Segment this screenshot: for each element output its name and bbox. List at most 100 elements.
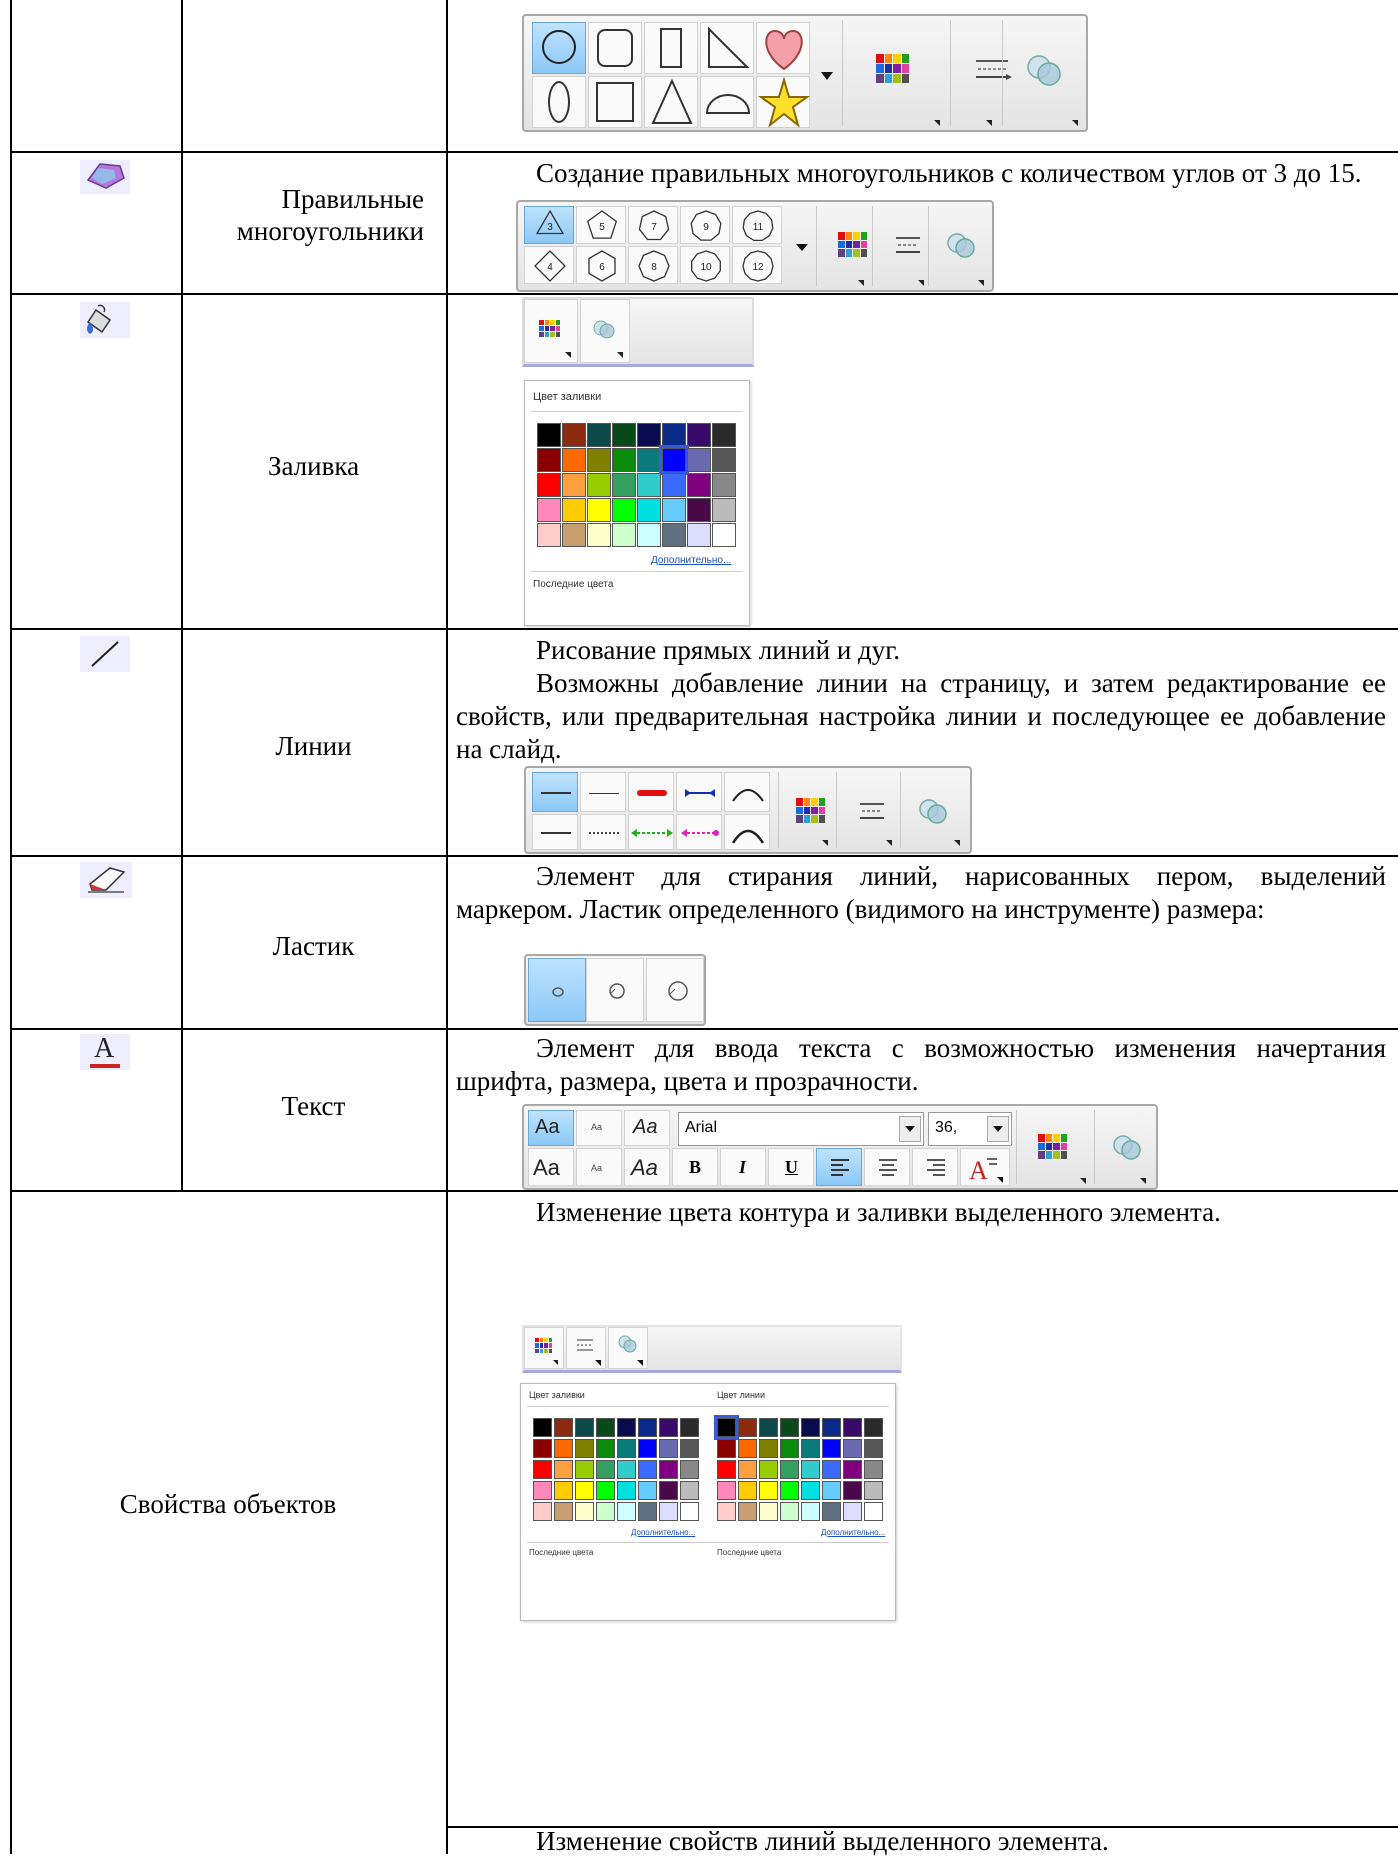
color-swatch[interactable]	[562, 498, 586, 522]
color-swatch[interactable]	[587, 498, 611, 522]
color-swatch[interactable]	[587, 448, 611, 472]
align-left-button[interactable]	[816, 1148, 862, 1186]
color-swatch[interactable]	[712, 498, 736, 522]
star-shape-button[interactable]	[756, 76, 811, 128]
polygon-11-button[interactable]: 11	[732, 206, 782, 244]
eraser-small-button[interactable]	[528, 958, 586, 1022]
color-swatch[interactable]	[843, 1418, 862, 1437]
chevron-down-icon[interactable]	[899, 1116, 921, 1142]
color-swatch[interactable]	[662, 498, 686, 522]
color-swatch[interactable]	[801, 1439, 820, 1458]
color-swatch[interactable]	[637, 448, 661, 472]
color-swatch[interactable]	[714, 1415, 739, 1440]
polygon-3-button[interactable]: 3	[524, 206, 574, 244]
color-swatch[interactable]	[617, 1418, 636, 1437]
color-swatch[interactable]	[687, 473, 711, 497]
color-swatch[interactable]	[637, 473, 661, 497]
color-swatch[interactable]	[562, 523, 586, 547]
color-swatch[interactable]	[843, 1439, 862, 1458]
color-swatch[interactable]	[717, 1439, 736, 1458]
color-swatch[interactable]	[712, 448, 736, 472]
square-shape-button[interactable]	[588, 76, 642, 128]
color-swatch[interactable]	[843, 1481, 862, 1500]
color-swatch[interactable]	[687, 448, 711, 472]
color-swatch[interactable]	[759, 1460, 778, 1479]
color-swatch[interactable]	[575, 1418, 594, 1437]
line-style-button[interactable]	[676, 814, 722, 850]
transparency-icon[interactable]	[916, 796, 950, 826]
line-style-button[interactable]	[628, 814, 674, 850]
color-swatch[interactable]	[638, 1502, 657, 1521]
color-swatch[interactable]	[533, 1418, 552, 1437]
color-swatch[interactable]	[659, 445, 689, 475]
color-swatch[interactable]	[843, 1460, 862, 1479]
color-swatch[interactable]	[537, 498, 561, 522]
color-swatch[interactable]	[554, 1481, 573, 1500]
fill-color-button[interactable]	[524, 1327, 564, 1369]
dropdown-arrow-icon[interactable]	[821, 72, 833, 80]
color-swatch[interactable]	[680, 1418, 699, 1437]
color-swatch[interactable]	[864, 1481, 883, 1500]
text-style-button[interactable]: Aa	[528, 1110, 574, 1146]
color-swatch[interactable]	[680, 1439, 699, 1458]
color-swatch[interactable]	[637, 523, 661, 547]
color-swatch[interactable]	[712, 473, 736, 497]
color-swatch[interactable]	[533, 1502, 552, 1521]
color-swatch[interactable]	[712, 523, 736, 547]
color-swatch[interactable]	[638, 1418, 657, 1437]
eraser-medium-button[interactable]	[586, 958, 644, 1022]
color-swatch[interactable]	[822, 1439, 841, 1458]
color-swatch[interactable]	[587, 423, 611, 447]
color-swatch[interactable]	[780, 1502, 799, 1521]
fill-color-icon[interactable]	[796, 798, 826, 824]
tall-rect-shape-button[interactable]	[644, 22, 698, 74]
heart-shape-button[interactable]	[756, 22, 810, 74]
color-swatch[interactable]	[738, 1481, 757, 1500]
color-swatch[interactable]	[596, 1502, 615, 1521]
line-style-icon[interactable]	[894, 234, 924, 258]
color-swatch[interactable]	[612, 448, 636, 472]
semicircle-shape-button[interactable]	[700, 76, 754, 128]
color-swatch[interactable]	[680, 1460, 699, 1479]
polygon-5-button[interactable]: 5	[576, 206, 626, 244]
fill-color-icon[interactable]	[876, 54, 910, 84]
color-swatch[interactable]	[659, 1502, 678, 1521]
color-swatch[interactable]	[680, 1481, 699, 1500]
color-swatch[interactable]	[659, 1460, 678, 1479]
color-swatch[interactable]	[717, 1481, 736, 1500]
polygon-9-button[interactable]: 9	[680, 206, 730, 244]
color-swatch[interactable]	[596, 1481, 615, 1500]
text-style-button[interactable]: Aa	[624, 1148, 670, 1186]
color-swatch[interactable]	[638, 1460, 657, 1479]
font-select[interactable]: Arial	[678, 1112, 924, 1146]
color-swatch[interactable]	[759, 1439, 778, 1458]
color-swatch[interactable]	[864, 1418, 883, 1437]
color-swatch[interactable]	[717, 1502, 736, 1521]
color-swatch[interactable]	[822, 1481, 841, 1500]
triangle-shape-button[interactable]	[644, 76, 698, 128]
line-style-button[interactable]	[566, 1327, 606, 1369]
color-swatch[interactable]	[575, 1460, 594, 1479]
color-swatch[interactable]	[554, 1502, 573, 1521]
dropdown-arrow-icon[interactable]	[796, 244, 808, 251]
color-swatch[interactable]	[612, 498, 636, 522]
color-swatch[interactable]	[738, 1439, 757, 1458]
color-swatch[interactable]	[801, 1418, 820, 1437]
color-swatch[interactable]	[843, 1502, 862, 1521]
color-swatch[interactable]	[864, 1439, 883, 1458]
line-style-button[interactable]	[532, 814, 578, 850]
polygon-10-button[interactable]: 10	[680, 246, 730, 284]
polygon-7-button[interactable]: 7	[628, 206, 678, 244]
more-colors-link[interactable]: Дополнительно...	[821, 1528, 885, 1537]
color-swatch[interactable]	[864, 1502, 883, 1521]
color-swatch[interactable]	[596, 1439, 615, 1458]
line-style-button[interactable]	[676, 772, 722, 812]
chevron-down-icon[interactable]	[987, 1116, 1009, 1142]
color-swatch[interactable]	[554, 1418, 573, 1437]
line-style-icon[interactable]	[972, 56, 1012, 86]
color-swatch[interactable]	[662, 423, 686, 447]
transparency-icon[interactable]	[1110, 1132, 1144, 1162]
color-swatch[interactable]	[738, 1460, 757, 1479]
color-swatch[interactable]	[537, 448, 561, 472]
transparency-button[interactable]	[608, 1327, 648, 1369]
